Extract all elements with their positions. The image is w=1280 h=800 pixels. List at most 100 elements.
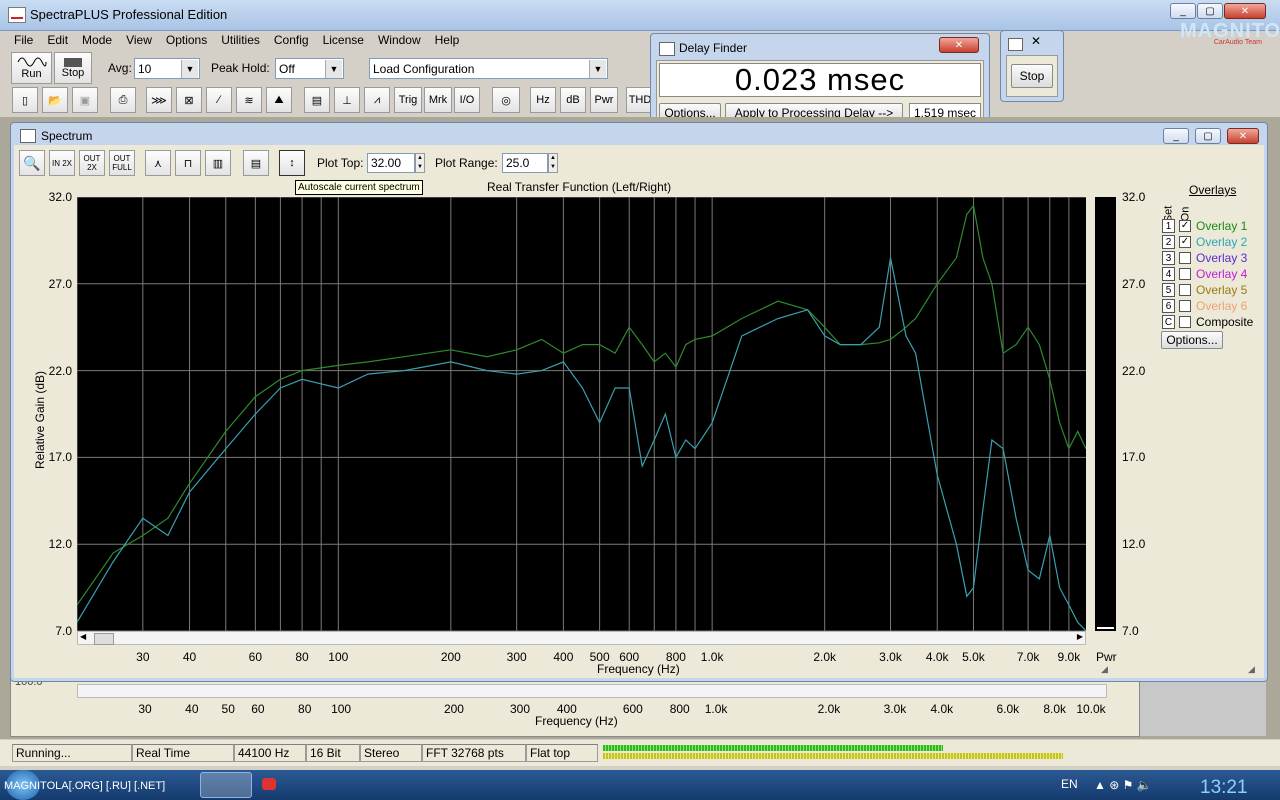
step-graph-icon[interactable]: ⊓ [175, 150, 201, 176]
scroll-right-icon[interactable]: ▶ [1077, 632, 1083, 641]
language-indicator[interactable]: EN [1061, 777, 1078, 791]
autoscale-icon[interactable]: ↕ [279, 150, 305, 176]
overlay-label: Overlay 3 [1196, 251, 1248, 265]
chart-title: Real Transfer Function (Left/Right) [487, 180, 672, 194]
minimize-button[interactable]: _ [1170, 3, 1196, 19]
menu-utilities[interactable]: Utilities [221, 33, 260, 49]
table-icon[interactable]: ▤ [304, 87, 330, 113]
overlay-set-button[interactable]: 5 [1162, 283, 1175, 297]
zoom-out-2x-button[interactable]: OUT 2X [79, 150, 105, 176]
trig-button[interactable]: Trig [394, 87, 422, 113]
watermark-logo: MAGNITOLA CarAudio Team [1180, 20, 1280, 46]
overlay-row: 5 Overlay 5 [1162, 282, 1247, 298]
menu-window[interactable]: Window [378, 33, 421, 49]
bg-xlabel: Frequency (Hz) [535, 714, 618, 728]
spectrum-close-button[interactable]: ✕ [1227, 128, 1259, 144]
fast-forward-icon[interactable]: ⋙ [146, 87, 172, 113]
pwr-button[interactable]: Pwr [590, 87, 618, 113]
taskbar-app-spectraplus[interactable] [200, 772, 252, 798]
save-icon[interactable]: ▣ [72, 87, 98, 113]
bg-x-tick-label: 40 [185, 702, 199, 716]
resize-grip-icon[interactable]: ◢ [1101, 664, 1108, 675]
run-button[interactable]: Run [11, 52, 52, 84]
axis-icon[interactable]: ⊥ [334, 87, 360, 113]
load-configuration-select[interactable]: Load Configuration ▼ [369, 58, 608, 79]
avg-select[interactable]: 10 ▼ [134, 58, 200, 79]
menu-file[interactable]: File [14, 33, 33, 49]
print-icon[interactable]: ⎙ [110, 87, 136, 113]
bg-x-tick-label: 200 [443, 702, 464, 716]
overlay-set-button[interactable]: 3 [1162, 251, 1175, 265]
transfer-icon[interactable]: ⊠ [176, 87, 202, 113]
spectrum-plot [77, 197, 1086, 631]
plot-top-spinner[interactable]: ▲ ▼ [415, 153, 425, 173]
y-tick-label: 7.0 [55, 624, 72, 638]
spectrum-maximize-button[interactable]: ▢ [1195, 128, 1221, 144]
menu-config[interactable]: Config [274, 33, 309, 49]
bar-graph-icon[interactable]: ▥ [205, 150, 231, 176]
overlay-set-button[interactable]: 1 [1162, 219, 1175, 233]
bg-x-tick-label: 600 [622, 702, 643, 716]
mini-window-close-icon[interactable]: ✕ [1031, 34, 1041, 48]
zoom-icon[interactable]: 🔍 [19, 150, 45, 176]
overlay-set-button[interactable]: 2 [1162, 235, 1175, 249]
mini-stop-button[interactable]: Stop [1011, 64, 1053, 88]
spectrogram-icon[interactable]: ≋ [236, 87, 262, 113]
peak-icon[interactable]: ⩘ [364, 87, 390, 113]
bg-x-tick-label: 6.0k [996, 702, 1020, 716]
open-folder-icon[interactable]: 📂 [42, 87, 68, 113]
peak-hold-select[interactable]: Off ▼ [275, 58, 344, 79]
bg-x-tick-label: 1.0k [704, 702, 728, 716]
resize-grip-icon[interactable]: ◢ [1248, 664, 1255, 675]
zoom-out-full-button[interactable]: OUT FULL [109, 150, 135, 176]
overlay-checkbox[interactable] [1179, 300, 1191, 312]
close-button[interactable]: ✕ [1224, 3, 1266, 19]
overlay-checkbox[interactable] [1179, 316, 1191, 328]
settings-panel-icon[interactable]: ▤ [243, 150, 269, 176]
overlay-set-button[interactable]: 6 [1162, 299, 1175, 313]
plot-scrollbar[interactable]: ◀ ▶ [77, 631, 1086, 645]
menu-options[interactable]: Options [166, 33, 207, 49]
hz-button[interactable]: Hz [530, 87, 556, 113]
io-button[interactable]: I/O [454, 87, 480, 113]
plot-range-input[interactable]: 25.0 [502, 153, 548, 173]
zoom-in-2x-button[interactable]: IN 2X [49, 150, 75, 176]
overlay-set-button[interactable]: 4 [1162, 267, 1175, 281]
new-file-icon[interactable]: ▯ [12, 87, 38, 113]
menu-license[interactable]: License [323, 33, 364, 49]
overlay-checkbox[interactable]: ✓ [1179, 236, 1191, 248]
plot-top-input[interactable]: 32.00 [367, 153, 415, 173]
3d-surface-icon[interactable]: ⛰ [266, 87, 292, 113]
status-mode: Real Time [132, 744, 234, 762]
generator-icon[interactable]: ◎ [492, 87, 520, 113]
overlay-checkbox[interactable] [1179, 284, 1191, 296]
taskbar-app-2[interactable] [256, 772, 284, 798]
scroll-thumb[interactable] [94, 633, 114, 645]
overlays-options-button[interactable]: Options... [1161, 331, 1223, 349]
bg-x-tick-label: 4.0k [930, 702, 954, 716]
mrk-button[interactable]: Mrk [424, 87, 452, 113]
db-button[interactable]: dB [560, 87, 586, 113]
maximize-button[interactable]: ▢ [1197, 3, 1223, 19]
delay-finder-close-button[interactable]: ✕ [939, 37, 979, 53]
waveform-icon[interactable]: ∕ [206, 87, 232, 113]
scroll-left-icon[interactable]: ◀ [80, 632, 86, 641]
clock[interactable]: 13:21 [1200, 777, 1248, 799]
plot-range-spinner[interactable]: ▲ ▼ [548, 153, 558, 173]
line-graph-icon[interactable]: ⋏ [145, 150, 171, 176]
overlay-checkbox[interactable] [1179, 268, 1191, 280]
overlay-row: 3 Overlay 3 [1162, 250, 1247, 266]
overlay-set-button[interactable]: C [1162, 315, 1175, 329]
delay-finder-title: Delay Finder [679, 41, 748, 55]
tray-icons[interactable]: ▲ ⊛ ⚑ 🔈 [1094, 778, 1152, 792]
bg-scrollbar[interactable] [77, 684, 1107, 698]
menu-mode[interactable]: Mode [82, 33, 112, 49]
menu-help[interactable]: Help [435, 33, 460, 49]
menu-edit[interactable]: Edit [47, 33, 68, 49]
spectrum-minimize-button[interactable]: _ [1163, 128, 1189, 144]
menu-view[interactable]: View [126, 33, 152, 49]
overlay-checkbox[interactable] [1179, 252, 1191, 264]
overlay-checkbox[interactable]: ✓ [1179, 220, 1191, 232]
stop-button[interactable]: Stop [54, 52, 92, 84]
bg-x-tick-label: 3.0k [883, 702, 907, 716]
